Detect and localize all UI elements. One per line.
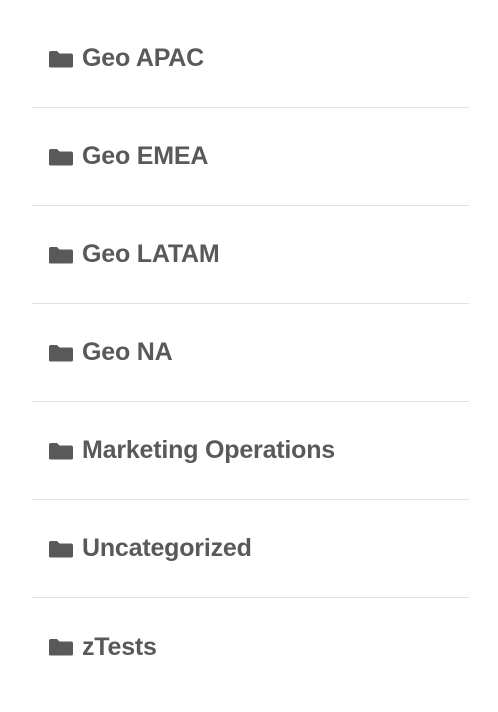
folder-icon [48, 540, 74, 558]
folder-label: Geo EMEA [82, 142, 209, 170]
folder-icon [48, 442, 74, 460]
folder-item-geo-na[interactable]: Geo NA [32, 304, 469, 402]
folder-label: Uncategorized [82, 534, 252, 562]
folder-item-geo-apac[interactable]: Geo APAC [32, 10, 469, 108]
folder-icon [48, 344, 74, 362]
folder-label: Geo APAC [82, 44, 205, 72]
folder-label: Marketing Operations [82, 436, 335, 464]
folder-item-geo-emea[interactable]: Geo EMEA [32, 108, 469, 206]
folder-label: Geo NA [82, 338, 173, 366]
folder-label: Geo LATAM [82, 240, 220, 268]
folder-item-geo-latam[interactable]: Geo LATAM [32, 206, 469, 304]
folder-icon [48, 638, 74, 656]
folder-item-marketing-operations[interactable]: Marketing Operations [32, 402, 469, 500]
folder-icon [48, 148, 74, 166]
folder-icon [48, 246, 74, 264]
folder-item-ztests[interactable]: zTests [32, 598, 469, 696]
folder-label: zTests [82, 632, 157, 661]
folder-item-uncategorized[interactable]: Uncategorized [32, 500, 469, 598]
folder-category-list: Geo APAC Geo EMEA Geo LATAM Geo NA Marke… [32, 10, 469, 696]
folder-icon [48, 50, 74, 68]
